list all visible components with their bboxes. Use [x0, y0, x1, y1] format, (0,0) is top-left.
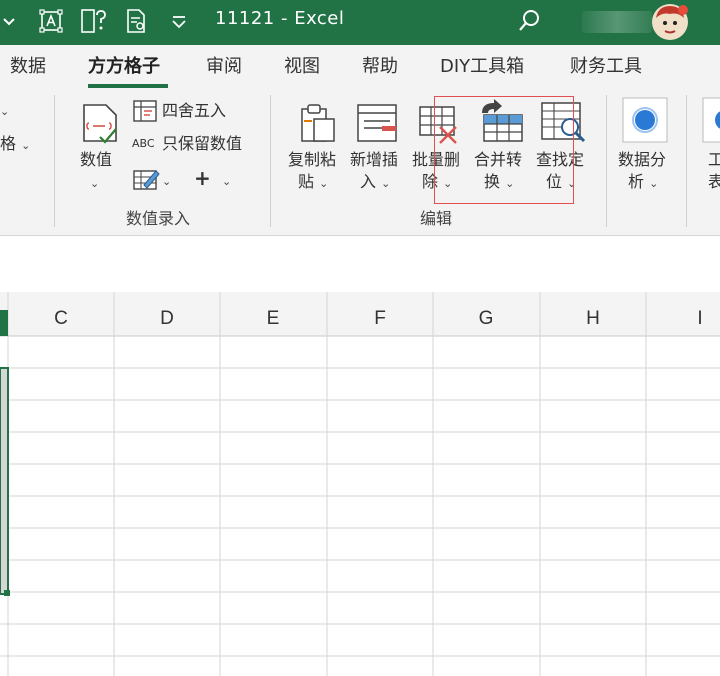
- edit-table-dropdown[interactable]: ⌄: [162, 169, 171, 193]
- numeric-value-icon[interactable]: [78, 101, 122, 145]
- highlight-box: [434, 96, 574, 204]
- tab-review[interactable]: 审阅: [206, 56, 242, 78]
- tab-fangfangezi[interactable]: 方方格子: [88, 56, 160, 78]
- column-header-h[interactable]: H: [540, 308, 646, 330]
- help-layout-icon[interactable]: [80, 8, 108, 34]
- tab-data[interactable]: 数据: [10, 56, 46, 78]
- customize-quick-access-icon[interactable]: [168, 8, 190, 34]
- tab-view[interactable]: 视图: [284, 56, 320, 78]
- blurred-user-name: [582, 4, 652, 40]
- partial-tool-icon[interactable]: [702, 97, 720, 143]
- column-header-g[interactable]: G: [433, 308, 539, 330]
- copy-paste-label[interactable]: 复制粘: [288, 149, 336, 171]
- edit-table-icon[interactable]: [132, 167, 160, 191]
- copy-paste-label-2[interactable]: 贴 ⌄: [298, 171, 328, 195]
- partial-tool-label-2[interactable]: 表: [708, 171, 720, 193]
- add-dropdown[interactable]: ⌄: [222, 169, 231, 193]
- group-label-edit: 编辑: [420, 209, 453, 228]
- insert-label-2[interactable]: 入 ⌄: [360, 171, 390, 195]
- grid-lines: [0, 292, 720, 676]
- tab-help[interactable]: 帮助: [362, 56, 398, 78]
- numeric-value-label[interactable]: 数值: [80, 149, 112, 171]
- avatar[interactable]: [650, 2, 690, 42]
- partial-dropdown-top[interactable]: ⌄: [0, 99, 9, 123]
- keep-numeric-label[interactable]: 只保留数值: [162, 133, 242, 155]
- group-separator: [270, 95, 271, 227]
- formula-bar[interactable]: [0, 236, 720, 293]
- document-search-icon[interactable]: [124, 8, 150, 34]
- group-separator: [54, 95, 55, 227]
- round-icon[interactable]: [132, 99, 158, 123]
- title-bar: 11121 - Excel: [0, 0, 720, 45]
- ribbon: ⌄ 格 ⌄ 数值 ⌄ 四舍五入 ABC 只保留数值 ⌄ + ⌄ 数值录入 复制粘…: [0, 89, 720, 236]
- insert-icon[interactable]: [356, 101, 400, 145]
- textbox-icon[interactable]: [38, 8, 64, 34]
- partial-tool-label[interactable]: 工: [708, 149, 720, 171]
- paste-icon[interactable]: [296, 101, 340, 145]
- data-analysis-label[interactable]: 数据分: [618, 149, 666, 171]
- abc-icon[interactable]: ABC: [132, 136, 155, 152]
- group-separator: [606, 95, 607, 227]
- column-header-c[interactable]: C: [8, 308, 114, 330]
- tab-finance-tools[interactable]: 财务工具: [570, 56, 642, 78]
- data-analysis-label-2[interactable]: 析 ⌄: [628, 171, 658, 195]
- group-label-numeric: 数值录入: [126, 209, 191, 228]
- column-header-d[interactable]: D: [114, 308, 220, 330]
- insert-label[interactable]: 新增插: [350, 149, 398, 171]
- window-title: 11121 - Excel: [215, 8, 345, 29]
- ribbon-tab-bar: 数据 方方格子 审阅 视图 帮助 DIY工具箱 财务工具: [0, 45, 720, 89]
- worksheet-grid[interactable]: C D E F G H I: [0, 292, 720, 676]
- active-tab-indicator: [88, 84, 168, 88]
- chevron-down-icon[interactable]: [0, 8, 24, 34]
- group-separator: [686, 95, 687, 227]
- column-header-e[interactable]: E: [220, 308, 326, 330]
- column-header-f[interactable]: F: [327, 308, 433, 330]
- numeric-value-dropdown[interactable]: ⌄: [90, 171, 99, 195]
- search-icon[interactable]: [516, 8, 544, 34]
- partial-dropdown-bottom[interactable]: 格 ⌄: [0, 133, 30, 157]
- data-analysis-icon[interactable]: [622, 97, 668, 143]
- tab-diy-toolbox[interactable]: DIY工具箱: [440, 56, 524, 78]
- column-header-i[interactable]: I: [646, 308, 720, 330]
- add-icon[interactable]: +: [194, 167, 211, 189]
- round-label[interactable]: 四舍五入: [162, 100, 226, 122]
